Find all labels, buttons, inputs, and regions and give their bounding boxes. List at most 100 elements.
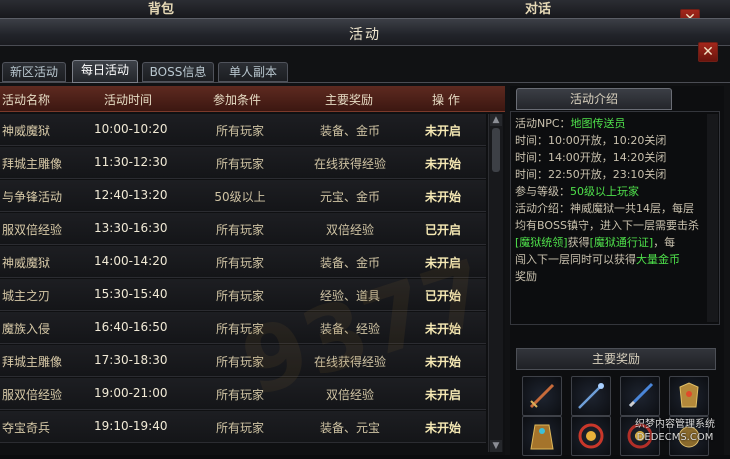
activity-time-cell: 15:30-15:40	[94, 287, 168, 301]
sword-icon[interactable]	[522, 376, 562, 416]
table-row[interactable]: 神威魔狱 10:00-10:20 所有玩家 装备、金币 未开启	[0, 114, 486, 146]
activity-name-cell: 服双倍经验	[2, 223, 63, 237]
action-status-cell[interactable]: 未开启	[418, 254, 468, 271]
condition-cell: 所有玩家	[215, 256, 264, 270]
gold-reward: 大量金币	[636, 253, 680, 266]
activity-name-cell: 拜城主雕像	[2, 157, 63, 171]
table-row[interactable]: 拜城主雕像 11:30-12:30 所有玩家 在线获得经验 未开始	[0, 147, 486, 179]
action-status-cell[interactable]: 已开始	[418, 287, 468, 304]
table-header: 活动名称 活动时间 参加条件 主要奖励 操 作	[0, 86, 505, 112]
activity-time-cell: 19:10-19:40	[94, 419, 168, 433]
action-status-cell[interactable]: 已开启	[418, 221, 468, 238]
close-button[interactable]: ✕	[698, 42, 718, 62]
reward-cell: 双倍经验	[325, 388, 374, 402]
table-row[interactable]: 与争锋活动 12:40-13:20 50级以上 元宝、金币 未开始	[0, 180, 486, 212]
site-watermark: 织梦内容管理系统 DEDECMS.COM	[635, 419, 715, 443]
activity-time-cell: 16:40-16:50	[94, 320, 168, 334]
condition-cell: 所有玩家	[215, 124, 264, 138]
action-status-cell[interactable]: 未开始	[418, 188, 468, 205]
table-row[interactable]: 魔族入侵 16:40-16:50 所有玩家 装备、经验 未开始	[0, 312, 486, 344]
desc-line-5: 奖励	[515, 270, 537, 283]
time-line-1: 时间：10:00开放，10:20关闭	[515, 134, 667, 147]
ring-icon[interactable]	[571, 416, 611, 456]
npc-line: 活动NPC：地图传送员	[515, 117, 626, 130]
action-status-cell[interactable]: 未开启	[418, 122, 468, 139]
scroll-thumb[interactable]	[492, 128, 500, 172]
desc-line-4: 闯入下一层同时可以获得大量金币	[515, 253, 680, 266]
activity-name-cell: 魔族入侵	[2, 322, 51, 336]
activity-detail-panel: 活动介绍 活动NPC：地图传送员 时间：10:00开放，10:20关闭 时间：1…	[510, 86, 724, 456]
activity-name-cell: 神威魔狱	[2, 256, 51, 270]
action-status-cell[interactable]: 未开始	[418, 155, 468, 172]
table-row[interactable]: 城主之刃 15:30-15:40 所有玩家 经验、道具 已开始	[0, 279, 486, 311]
condition-cell: 所有玩家	[215, 322, 264, 336]
activity-name-cell: 夺宝奇兵	[2, 421, 51, 435]
boss-name: [魔狱统领]	[515, 236, 568, 249]
action-status-cell[interactable]: 未开始	[418, 419, 468, 436]
staff-icon[interactable]	[571, 376, 611, 416]
reward-cell: 元宝、金币	[319, 190, 380, 204]
time-line-2: 时间：14:00开放，14:20关闭	[515, 151, 667, 164]
table-row[interactable]: 服双倍经验 19:00-21:00 所有玩家 双倍经验 未开启	[0, 378, 486, 410]
activity-name-cell: 与争锋活动	[2, 190, 63, 204]
table-row[interactable]: 神威魔狱 14:00-14:20 所有玩家 装备、金币 未开启	[0, 246, 486, 278]
activity-name-cell: 神威魔狱	[2, 124, 51, 138]
desc-line-1: 活动介绍：神威魔狱一共14层，每层	[515, 202, 694, 215]
condition-cell: 所有玩家	[215, 355, 264, 369]
condition-cell: 所有玩家	[215, 388, 264, 402]
condition-cell: 所有玩家	[215, 421, 264, 435]
header-reward: 主要奖励	[325, 93, 374, 107]
desc-line-2: 均有BOSS镇守，进入下一层需要击杀	[515, 219, 699, 232]
activity-name-cell: 拜城主雕像	[2, 355, 63, 369]
action-status-cell[interactable]: 未开始	[418, 320, 468, 337]
activity-time-cell: 13:30-16:30	[94, 221, 168, 235]
action-status-cell[interactable]: 未开启	[418, 386, 468, 403]
activity-time-cell: 11:30-12:30	[94, 155, 168, 169]
robe-icon[interactable]	[522, 416, 562, 456]
scroll-up-arrow-icon[interactable]: ▲	[490, 114, 502, 126]
header-action: 操 作	[432, 93, 460, 107]
reward-cell: 装备、经验	[319, 322, 380, 336]
activity-time-cell: 10:00-10:20	[94, 122, 168, 136]
reward-cell: 在线获得经验	[313, 355, 386, 369]
tab-daily-activity[interactable]: 每日活动	[72, 60, 138, 83]
header-condition: 参加条件	[213, 93, 262, 107]
action-status-cell[interactable]: 未开始	[418, 353, 468, 370]
activity-name-cell: 服双倍经验	[2, 388, 63, 402]
bag-window-title: 背包	[148, 2, 175, 17]
tab-new-server-activity[interactable]: 新区活动	[2, 62, 66, 82]
activity-window: 活动 ✕ 新区活动 每日活动 BOSS信息 单人副本 活动名称 活动时间 参加条…	[0, 18, 730, 456]
condition-cell: 所有玩家	[215, 289, 264, 303]
activity-time-cell: 19:00-21:00	[94, 386, 168, 400]
activity-name-cell: 城主之刃	[2, 289, 51, 303]
time-line-3: 时间：22:50开放，23:10关闭	[515, 168, 667, 181]
tab-solo-dungeon[interactable]: 单人副本	[218, 62, 288, 82]
table-scrollbar[interactable]: ▲ ▼	[488, 114, 503, 452]
tab-activity-intro[interactable]: 活动介绍	[516, 88, 672, 110]
npc-link[interactable]: 地图传送员	[571, 117, 626, 130]
reward-cell: 装备、元宝	[319, 421, 380, 435]
activity-time-cell: 12:40-13:20	[94, 188, 168, 202]
table-row[interactable]: 拜城主雕像 17:30-18:30 所有玩家 在线获得经验 未开始	[0, 345, 486, 377]
dialog-window-title: 对话	[525, 2, 552, 17]
rewards-header: 主要奖励	[516, 348, 716, 370]
pass-item: [魔狱通行证]	[589, 236, 654, 249]
activity-time-cell: 14:00-14:20	[94, 254, 168, 268]
level-line: 参与等级：50级以上玩家	[515, 185, 639, 198]
activity-time-cell: 17:30-18:30	[94, 353, 168, 367]
window-title: 活动	[349, 27, 381, 43]
reward-cell: 装备、金币	[319, 256, 380, 270]
condition-cell: 所有玩家	[215, 223, 264, 237]
table-row[interactable]: 夺宝奇兵 19:10-19:40 所有玩家 装备、元宝 未开始	[0, 411, 486, 443]
title-bar: 活动	[0, 18, 730, 46]
intro-scrollbar[interactable]	[707, 114, 718, 322]
header-activity-time: 活动时间	[104, 93, 153, 107]
tab-boss-info[interactable]: BOSS信息	[142, 62, 214, 82]
reward-cell: 经验、道具	[319, 289, 380, 303]
armor-icon[interactable]	[669, 376, 709, 416]
blade-icon[interactable]	[620, 376, 660, 416]
condition-cell: 50级以上	[214, 190, 266, 204]
scroll-down-arrow-icon[interactable]: ▼	[490, 440, 502, 452]
table-row[interactable]: 服双倍经验 13:30-16:30 所有玩家 双倍经验 已开启	[0, 213, 486, 245]
background-window: 背包 对话	[0, 0, 730, 19]
